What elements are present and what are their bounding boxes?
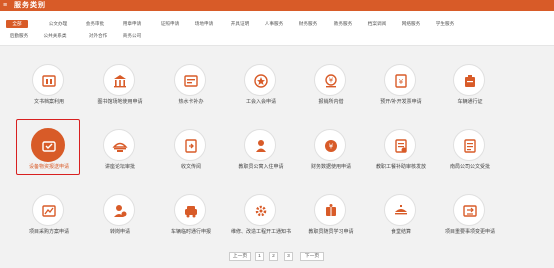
service-tile-label: 转岗申请 bbox=[109, 229, 130, 235]
category-tab[interactable]: 网络服务 bbox=[398, 20, 424, 28]
study-icon bbox=[314, 194, 346, 226]
canteen-icon bbox=[384, 194, 416, 226]
meal-icon bbox=[384, 129, 416, 161]
lecture-icon bbox=[103, 129, 135, 161]
service-tile-label: 讲座论坛审批 bbox=[104, 164, 135, 170]
category-tab[interactable]: 财务服务 bbox=[295, 20, 321, 28]
service-tile-label: 项目采购方案申请 bbox=[28, 229, 69, 235]
category-tab[interactable]: 场地申请 bbox=[191, 20, 217, 28]
category-tab[interactable]: 商务公司 bbox=[119, 32, 145, 40]
service-tile-label: 图书馆场地使用申请 bbox=[97, 99, 143, 105]
union-icon bbox=[244, 64, 276, 96]
apartment-icon bbox=[244, 129, 276, 161]
category-tab[interactable]: 档案调阅 bbox=[364, 20, 390, 28]
service-tile-label: 收文传阅 bbox=[180, 164, 201, 170]
category-tab[interactable]: 公文办理 bbox=[45, 20, 71, 28]
category-tab[interactable]: 用章申请 bbox=[119, 20, 145, 28]
project-change-icon bbox=[453, 194, 485, 226]
pagination: 上一页 1 2 3 下一页 bbox=[0, 252, 554, 261]
category-tab[interactable]: 学生服务 bbox=[432, 20, 458, 28]
category-tab[interactable]: 开具证明 bbox=[227, 20, 253, 28]
svg-text:¥: ¥ bbox=[399, 78, 404, 86]
transfer-icon bbox=[103, 194, 135, 226]
category-tab[interactable]: 公共关系类 bbox=[40, 32, 70, 40]
selected-highlight-box bbox=[16, 119, 80, 175]
service-tile-label: 项目重要事项变更申请 bbox=[444, 229, 495, 235]
prev-page-button[interactable]: 上一页 bbox=[229, 252, 251, 261]
repair-icon bbox=[244, 194, 276, 226]
service-tile-label: 教职工餐补助审核发放 bbox=[375, 164, 426, 170]
archive-icon bbox=[32, 64, 64, 96]
service-tile-label: 南局公司公文受批 bbox=[449, 164, 490, 170]
category-tab[interactable]: 证照申请 bbox=[157, 20, 183, 28]
service-tile-label: 报销所内借 bbox=[318, 99, 344, 105]
category-tab[interactable]: 人事服务 bbox=[261, 20, 287, 28]
library-icon bbox=[103, 64, 135, 96]
page-button-2[interactable]: 2 bbox=[269, 252, 278, 261]
service-tile-label: 车辆临时通行申报 bbox=[170, 229, 211, 235]
company-doc-icon bbox=[453, 129, 485, 161]
category-tab[interactable]: 会务审批 bbox=[82, 20, 108, 28]
finance-data-icon: ¥ bbox=[314, 129, 346, 161]
service-tile-label: 维修、改造工程开工通知书 bbox=[230, 229, 291, 235]
reimburse-icon: ¥ bbox=[314, 64, 346, 96]
vehicle-icon bbox=[174, 194, 206, 226]
category-tab[interactable]: 后勤服务 bbox=[6, 32, 32, 40]
service-tile-label: 教职员公寓入住申请 bbox=[238, 164, 284, 170]
page-button-3[interactable]: 3 bbox=[284, 252, 293, 261]
svg-text:¥: ¥ bbox=[329, 77, 334, 85]
category-tab[interactable]: 教务服务 bbox=[330, 20, 356, 28]
card-icon bbox=[174, 64, 206, 96]
page-header: ≡ 服务类别 bbox=[0, 0, 554, 11]
svg-text:¥: ¥ bbox=[329, 143, 334, 151]
service-tile-label: 工会入会申请 bbox=[245, 99, 276, 105]
menu-icon: ≡ bbox=[3, 2, 8, 9]
invoice-icon: ¥ bbox=[384, 64, 416, 96]
purchase-icon bbox=[32, 194, 64, 226]
page-button-1[interactable]: 1 bbox=[255, 252, 264, 261]
header-title: 服务类别 bbox=[14, 2, 46, 9]
category-bar: 全部 公文办理 会务审批 用章申请 证照申请 场地申请 开具证明 人事服务 财务服务 教务服务 档案… bbox=[0, 11, 554, 46]
service-tile-label: 预开/补开发票申请 bbox=[380, 99, 422, 105]
service-tile-label: 食堂结算 bbox=[390, 229, 411, 235]
service-tile-label: 财务数据使用申请 bbox=[310, 164, 351, 170]
service-tile-label: 车辆通行证 bbox=[457, 99, 483, 105]
document-icon bbox=[174, 129, 206, 161]
service-tile-label: 热水卡补办 bbox=[178, 99, 204, 105]
service-tile-label: 教职员随员学习申请 bbox=[308, 229, 354, 235]
pass-icon bbox=[453, 64, 485, 96]
category-tab[interactable]: 对外合作 bbox=[85, 32, 111, 40]
category-tab[interactable]: 全部 bbox=[6, 20, 28, 28]
service-tile-label: 文书档案利用 bbox=[33, 99, 64, 105]
next-page-button[interactable]: 下一页 bbox=[300, 252, 324, 261]
